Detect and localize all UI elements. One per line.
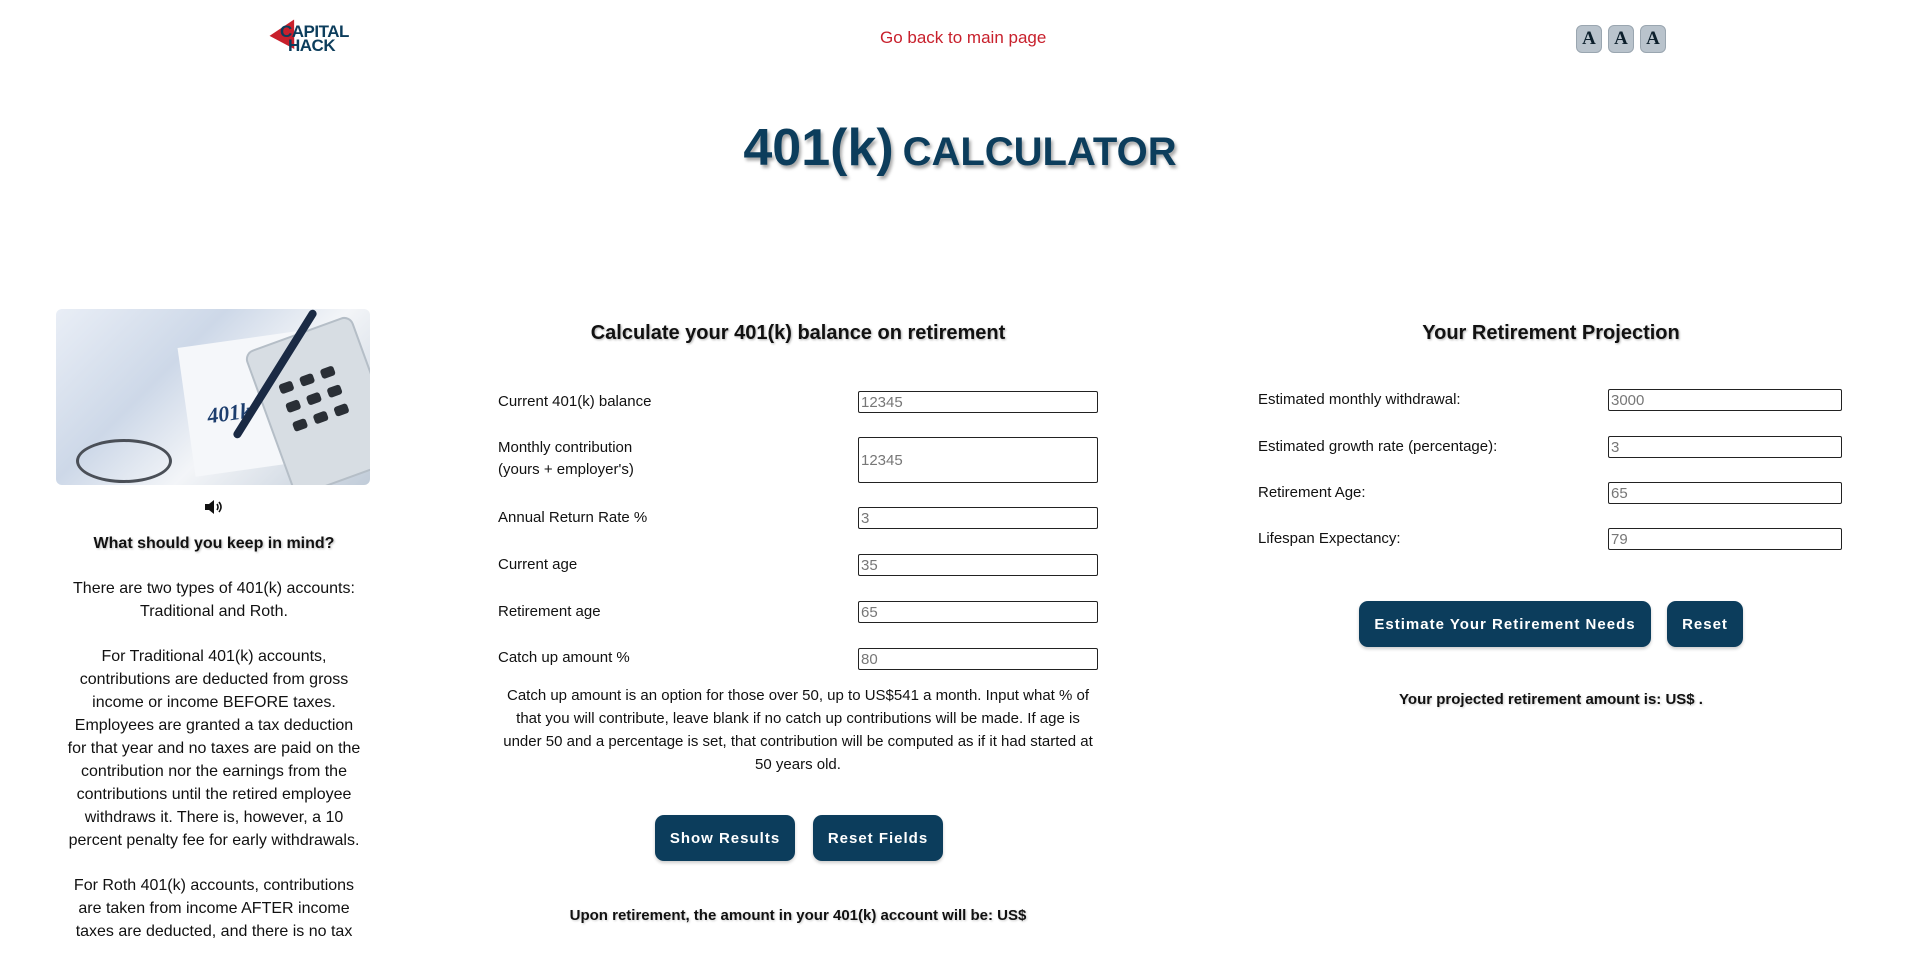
retirement-age-label: Retirement age <box>498 603 601 620</box>
projection-reset-button[interactable]: Reset <box>1667 601 1743 647</box>
catch-up-note: Catch up amount is an option for those o… <box>503 687 1093 773</box>
info-paragraph: For Roth 401(k) accounts, contributions … <box>73 877 355 940</box>
projection-retirement-age-label: Retirement Age: <box>1258 484 1366 501</box>
monthly-contribution-label-line2: (yours + employer's) <box>498 461 634 478</box>
catch-up-input[interactable] <box>858 648 1098 670</box>
retirement-age-input[interactable] <box>858 601 1098 623</box>
reset-fields-button[interactable]: Reset Fields <box>813 815 943 861</box>
increase-font-button[interactable]: A <box>1640 25 1666 53</box>
lifespan-input[interactable] <box>1608 528 1842 550</box>
estimate-retirement-button[interactable]: Estimate Your Retirement Needs <box>1359 601 1651 647</box>
annual-return-input[interactable] <box>858 507 1098 529</box>
monthly-withdrawal-label: Estimated monthly withdrawal: <box>1258 391 1461 408</box>
calculator-title: Calculate your 401(k) balance on retirem… <box>590 322 1006 344</box>
current-balance-label: Current 401(k) balance <box>498 393 652 410</box>
logo-text-hack: HACK <box>288 36 336 55</box>
font-size-controls: A A A <box>1576 25 1666 53</box>
page-title-sub: CALCULATOR <box>902 130 1177 174</box>
annual-return-label: Annual Return Rate % <box>498 509 648 526</box>
info-paragraph: There are two types of 401(k) accounts: … <box>73 580 355 620</box>
glasses-illustration <box>76 439 172 483</box>
font-increase-icon: A <box>1646 28 1660 49</box>
font-reset-icon: A <box>1614 28 1628 49</box>
current-balance-input[interactable] <box>858 391 1098 413</box>
keep-in-mind-heading: What should you keep in mind? <box>93 535 335 552</box>
monthly-withdrawal-input[interactable] <box>1608 389 1842 411</box>
monthly-contribution-label: Monthly contribution (yours + employer's… <box>498 437 634 481</box>
current-age-input[interactable] <box>858 554 1098 576</box>
growth-rate-input[interactable] <box>1608 436 1842 458</box>
lifespan-label: Lifespan Expectancy: <box>1258 530 1401 547</box>
catch-up-label: Catch up amount % <box>498 649 630 666</box>
projection-title: Your Retirement Projection <box>1422 322 1680 344</box>
projection-result: Your projected retirement amount is: US$… <box>1399 691 1703 708</box>
current-age-label: Current age <box>498 556 578 573</box>
font-decrease-icon: A <box>1582 28 1596 49</box>
calculator-result: Upon retirement, the amount in your 401(… <box>569 907 1027 924</box>
decrease-font-button[interactable]: A <box>1576 25 1602 53</box>
reset-font-button[interactable]: A <box>1608 25 1634 53</box>
speaker-icon[interactable] <box>204 499 224 515</box>
monthly-contribution-input[interactable] <box>858 437 1098 483</box>
capital-hack-logo[interactable]: CAPITAL HACK <box>269 12 350 56</box>
projection-retirement-age-input[interactable] <box>1608 482 1842 504</box>
calculator-photo: 401k <box>56 309 370 485</box>
back-to-main-link[interactable]: Go back to main page <box>880 28 1046 48</box>
page-title: 401(k) CALCULATOR <box>0 118 1905 178</box>
info-sidebar: 401k What should you keep in mind? There… <box>56 309 372 965</box>
monthly-contribution-label-line1: Monthly contribution <box>498 439 633 456</box>
growth-rate-label: Estimated growth rate (percentage): <box>1258 438 1498 455</box>
show-results-button[interactable]: Show Results <box>655 815 795 861</box>
page-title-main: 401(k) <box>743 119 894 177</box>
info-paragraph: For Traditional 401(k) accounts, contrib… <box>67 648 361 849</box>
